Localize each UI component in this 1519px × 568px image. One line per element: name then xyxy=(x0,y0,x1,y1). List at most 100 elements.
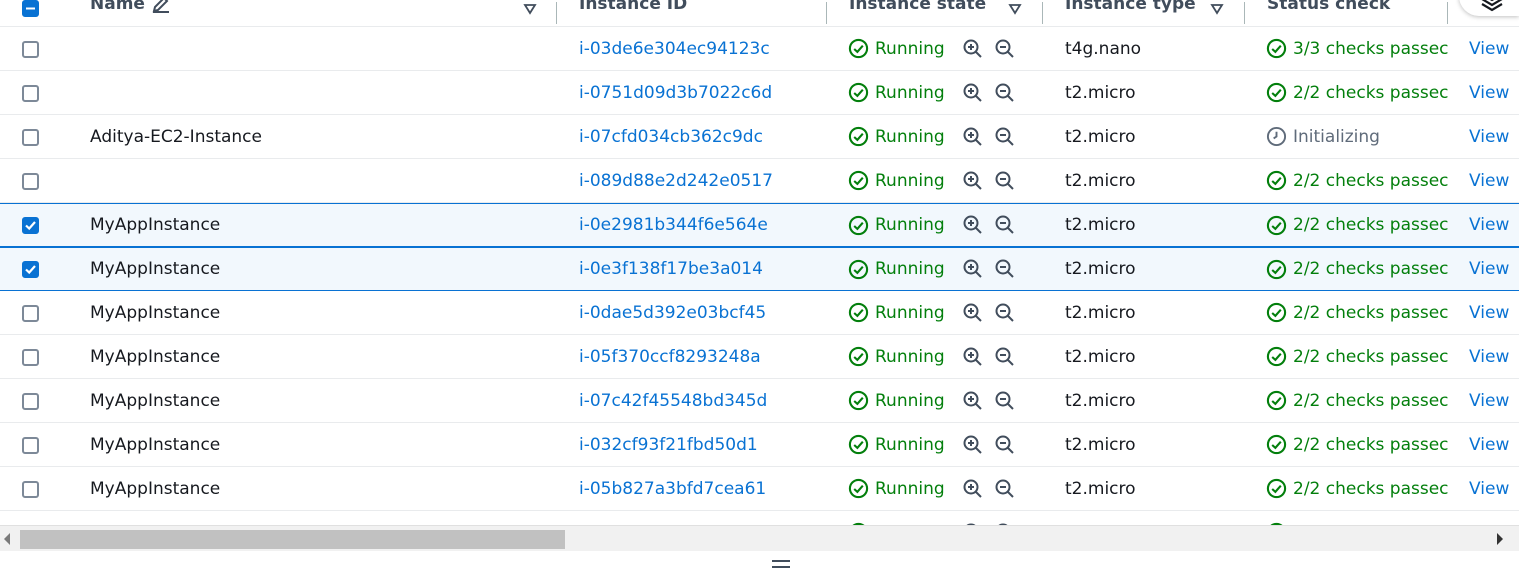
instance-id-link[interactable]: i-03de6e304ec94123c xyxy=(579,27,770,70)
table-row[interactable]: i-089d88e2d242e0517 Running t2.micro 2/2 ch… xyxy=(0,159,1519,203)
zoom-in-icon[interactable] xyxy=(963,127,983,147)
zoom-in-icon[interactable] xyxy=(963,479,983,499)
col-status-check-header[interactable]: Status check xyxy=(1267,0,1390,26)
zoom-in-icon[interactable] xyxy=(963,435,983,455)
instance-id-link[interactable]: i-07cfd034cb362c9dc xyxy=(579,115,763,158)
split-panel-divider[interactable] xyxy=(0,551,1519,568)
table-row[interactable]: Aditya-EC2-Instance i-07cfd034cb362c9dc Ru… xyxy=(0,115,1519,159)
view-alarms-link[interactable]: View xyxy=(1469,159,1509,202)
col-name-header[interactable]: Name xyxy=(90,0,171,26)
col-instance-type-header[interactable]: Instance type xyxy=(1065,0,1196,26)
view-alarms-link[interactable]: View xyxy=(1469,71,1509,114)
status-check-label: 2/2 checks passec xyxy=(1293,390,1449,411)
col-divider[interactable] xyxy=(826,2,827,24)
zoom-in-icon[interactable] xyxy=(963,215,983,235)
select-all-checkbox[interactable] xyxy=(22,0,39,17)
status-check-label: 2/2 checks passec xyxy=(1293,82,1449,103)
zoom-in-icon[interactable] xyxy=(963,39,983,59)
table-row[interactable]: MyAppInstance i-0e3f138f17be3a014 Running t… xyxy=(0,247,1519,291)
zoom-out-icon[interactable] xyxy=(995,39,1015,59)
instance-id-link[interactable]: i-0e2981b344f6e564e xyxy=(579,204,768,246)
scroll-right-arrow-icon[interactable] xyxy=(1497,533,1503,545)
row-checkbox[interactable] xyxy=(22,392,39,410)
col-name-label: Name xyxy=(90,0,145,14)
table-row[interactable]: MyAppInstance i-05f370ccf8293248a Running t… xyxy=(0,335,1519,379)
col-divider[interactable] xyxy=(1042,2,1043,24)
zoom-in-icon[interactable] xyxy=(963,83,983,103)
view-alarms-link[interactable]: View xyxy=(1469,27,1509,70)
zoom-out-icon[interactable] xyxy=(995,303,1015,323)
row-checkbox[interactable] xyxy=(22,40,39,58)
status-check-label: 2/2 checks passec xyxy=(1293,259,1449,279)
instance-state: Running xyxy=(848,27,945,70)
view-alarms-link[interactable]: View xyxy=(1469,115,1509,158)
table-row[interactable]: MyAppInstance i-05b827a3bfd7cea61 Running t… xyxy=(0,467,1519,511)
zoom-out-icon[interactable] xyxy=(995,171,1015,191)
status-check: 2/2 checks passec xyxy=(1266,248,1451,290)
sort-state-icon[interactable] xyxy=(1008,2,1022,16)
table-row[interactable]: MyAppInstance i-07c42f45548bd345d Running t… xyxy=(0,379,1519,423)
col-divider[interactable] xyxy=(1447,2,1448,24)
instance-name: MyAppInstance xyxy=(90,346,221,367)
row-checkbox[interactable] xyxy=(22,172,39,190)
zoom-in-icon[interactable] xyxy=(963,391,983,411)
row-checkbox[interactable] xyxy=(22,480,39,498)
resize-handle-icon[interactable] xyxy=(772,560,790,568)
sort-name-icon[interactable] xyxy=(523,2,537,16)
check-circle-icon xyxy=(1266,215,1287,235)
table-row[interactable]: MyAppInstance i-0e2981b344f6e564e Running t… xyxy=(0,203,1519,247)
table-row[interactable]: i-03de6e304ec94123c Running t4g.nano 3/3 ch… xyxy=(0,27,1519,71)
view-alarms-link[interactable]: View xyxy=(1469,335,1509,378)
instance-id-link[interactable]: i-032cf93f21fbd50d1 xyxy=(579,423,758,466)
table-row[interactable]: i-0751d09d3b7022c6d Running t2.micro 2/2 ch… xyxy=(0,71,1519,115)
instance-id-link[interactable]: i-05b827a3bfd7cea61 xyxy=(579,467,766,510)
instance-state: Running xyxy=(848,467,945,510)
zoom-out-icon[interactable] xyxy=(995,391,1015,411)
instance-id-link[interactable]: i-0e3f138f17be3a014 xyxy=(579,248,763,290)
view-alarms-link[interactable]: View xyxy=(1469,291,1509,334)
instance-name: MyAppInstance xyxy=(90,215,221,235)
instance-id-link[interactable]: i-05f370ccf8293248a xyxy=(579,335,761,378)
sort-type-icon[interactable] xyxy=(1210,2,1224,16)
instance-id-link[interactable]: i-0dae5d392e03bcf45 xyxy=(579,291,766,334)
row-checkbox[interactable] xyxy=(22,128,39,146)
scroll-left-arrow-icon[interactable] xyxy=(4,533,10,545)
instance-id-link[interactable]: i-07c42f45548bd345d xyxy=(579,379,767,422)
table-row[interactable]: MyAppInstance i-032cf93f21fbd50d1 Running t… xyxy=(0,423,1519,467)
col-instance-state-header[interactable]: Instance state xyxy=(849,0,986,26)
check-circle-icon xyxy=(1266,346,1287,367)
zoom-out-icon[interactable] xyxy=(995,479,1015,499)
view-alarms-link[interactable]: View xyxy=(1469,379,1509,422)
check-circle-icon xyxy=(848,390,869,411)
col-divider[interactable] xyxy=(556,2,557,24)
zoom-in-icon[interactable] xyxy=(963,347,983,367)
horizontal-scrollbar[interactable] xyxy=(0,525,1519,552)
row-checkbox[interactable] xyxy=(22,304,39,322)
floating-widget[interactable] xyxy=(1459,0,1519,16)
instance-id-link[interactable]: i-089d88e2d242e0517 xyxy=(579,159,773,202)
view-alarms-link[interactable]: View xyxy=(1469,467,1509,510)
zoom-out-icon[interactable] xyxy=(995,259,1015,279)
zoom-out-icon[interactable] xyxy=(995,127,1015,147)
row-checkbox[interactable] xyxy=(22,436,39,454)
view-alarms-link[interactable]: View xyxy=(1469,204,1509,246)
zoom-in-icon[interactable] xyxy=(963,171,983,191)
row-checkbox[interactable] xyxy=(22,348,39,366)
table-row[interactable]: MyAppInstance i-0dae5d392e03bcf45 Running t… xyxy=(0,291,1519,335)
zoom-out-icon[interactable] xyxy=(995,83,1015,103)
zoom-in-icon[interactable] xyxy=(963,303,983,323)
zoom-in-icon[interactable] xyxy=(963,259,983,279)
row-checkbox[interactable] xyxy=(22,217,39,234)
view-alarms-link[interactable]: View xyxy=(1469,423,1509,466)
row-checkbox[interactable] xyxy=(22,261,39,278)
zoom-out-icon[interactable] xyxy=(995,435,1015,455)
col-divider[interactable] xyxy=(1244,2,1245,24)
status-check-label: 2/2 checks passec xyxy=(1293,170,1449,191)
view-alarms-link[interactable]: View xyxy=(1469,248,1509,290)
instance-id-link[interactable]: i-0751d09d3b7022c6d xyxy=(579,71,772,114)
row-checkbox[interactable] xyxy=(22,84,39,102)
zoom-out-icon[interactable] xyxy=(995,215,1015,235)
zoom-out-icon[interactable] xyxy=(995,347,1015,367)
scrollbar-thumb[interactable] xyxy=(20,530,565,549)
col-instance-id-header[interactable]: Instance ID xyxy=(579,0,687,26)
